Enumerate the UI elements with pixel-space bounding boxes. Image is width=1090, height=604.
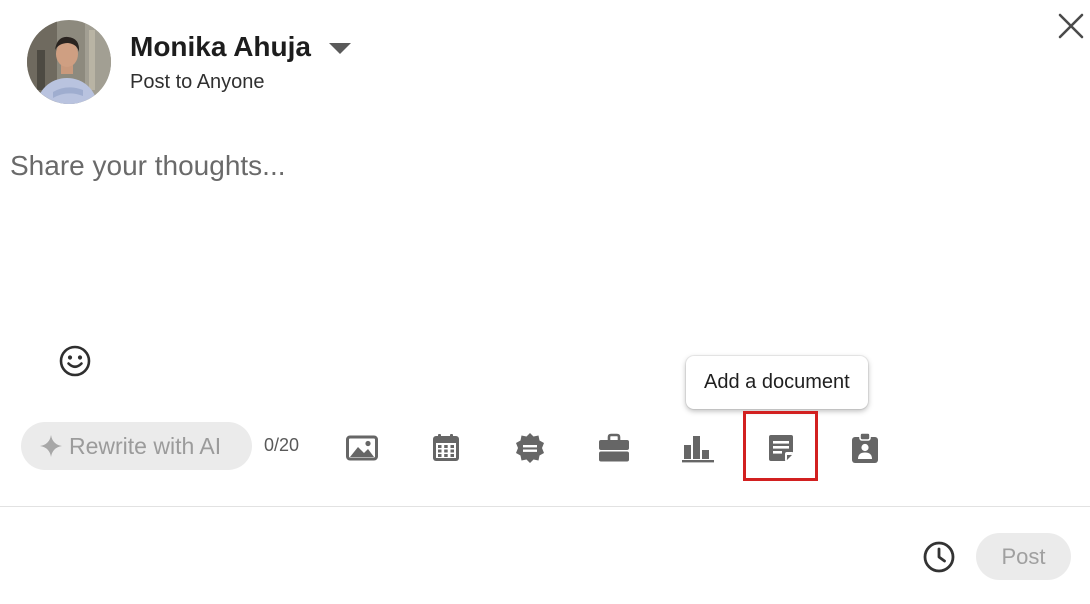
close-icon <box>1058 13 1084 39</box>
smiley-icon <box>59 345 91 377</box>
celebrate-badge-icon <box>516 433 544 463</box>
create-poll-button[interactable] <box>678 428 718 468</box>
close-button[interactable] <box>1055 10 1087 42</box>
rewrite-label: Rewrite with AI <box>69 432 222 459</box>
caret-down-icon <box>328 42 351 54</box>
footer-divider <box>0 506 1090 507</box>
author-identity: Monika Ahuja Post to Anyone <box>130 30 351 94</box>
character-count: 0/20 <box>264 435 300 455</box>
rewrite-with-ai-button[interactable]: Rewrite with AI <box>21 422 252 470</box>
document-button-highlight <box>743 411 818 481</box>
emoji-button[interactable] <box>58 344 92 378</box>
tooltip: Add a document <box>686 356 868 409</box>
briefcase-icon <box>599 433 629 462</box>
more-options-button[interactable] <box>845 428 885 468</box>
clock-icon <box>923 541 955 573</box>
post-button[interactable]: Post <box>976 533 1071 580</box>
poll-chart-icon <box>682 436 714 463</box>
image-icon <box>346 435 378 461</box>
sparkle-icon <box>40 435 62 457</box>
post-text-input[interactable] <box>10 146 1070 326</box>
avatar-photo <box>27 20 111 104</box>
post-visibility: Post to Anyone <box>130 71 265 93</box>
author-name: Monika Ahuja <box>130 31 311 62</box>
create-event-button[interactable] <box>426 428 466 468</box>
celebrate-occasion-button[interactable] <box>510 428 550 468</box>
author-selector[interactable]: Monika Ahuja <box>130 30 351 64</box>
post-header: Monika Ahuja Post to Anyone <box>27 20 351 104</box>
tooltip-text: Add a document <box>704 371 850 393</box>
add-media-button[interactable] <box>342 428 382 468</box>
composer-toolbar: Rewrite with AI 0/20 <box>21 411 921 481</box>
id-badge-icon <box>852 432 878 463</box>
avatar[interactable] <box>27 20 111 104</box>
schedule-post-button[interactable] <box>922 540 956 574</box>
calendar-icon <box>433 434 459 461</box>
share-job-button[interactable] <box>594 428 634 468</box>
